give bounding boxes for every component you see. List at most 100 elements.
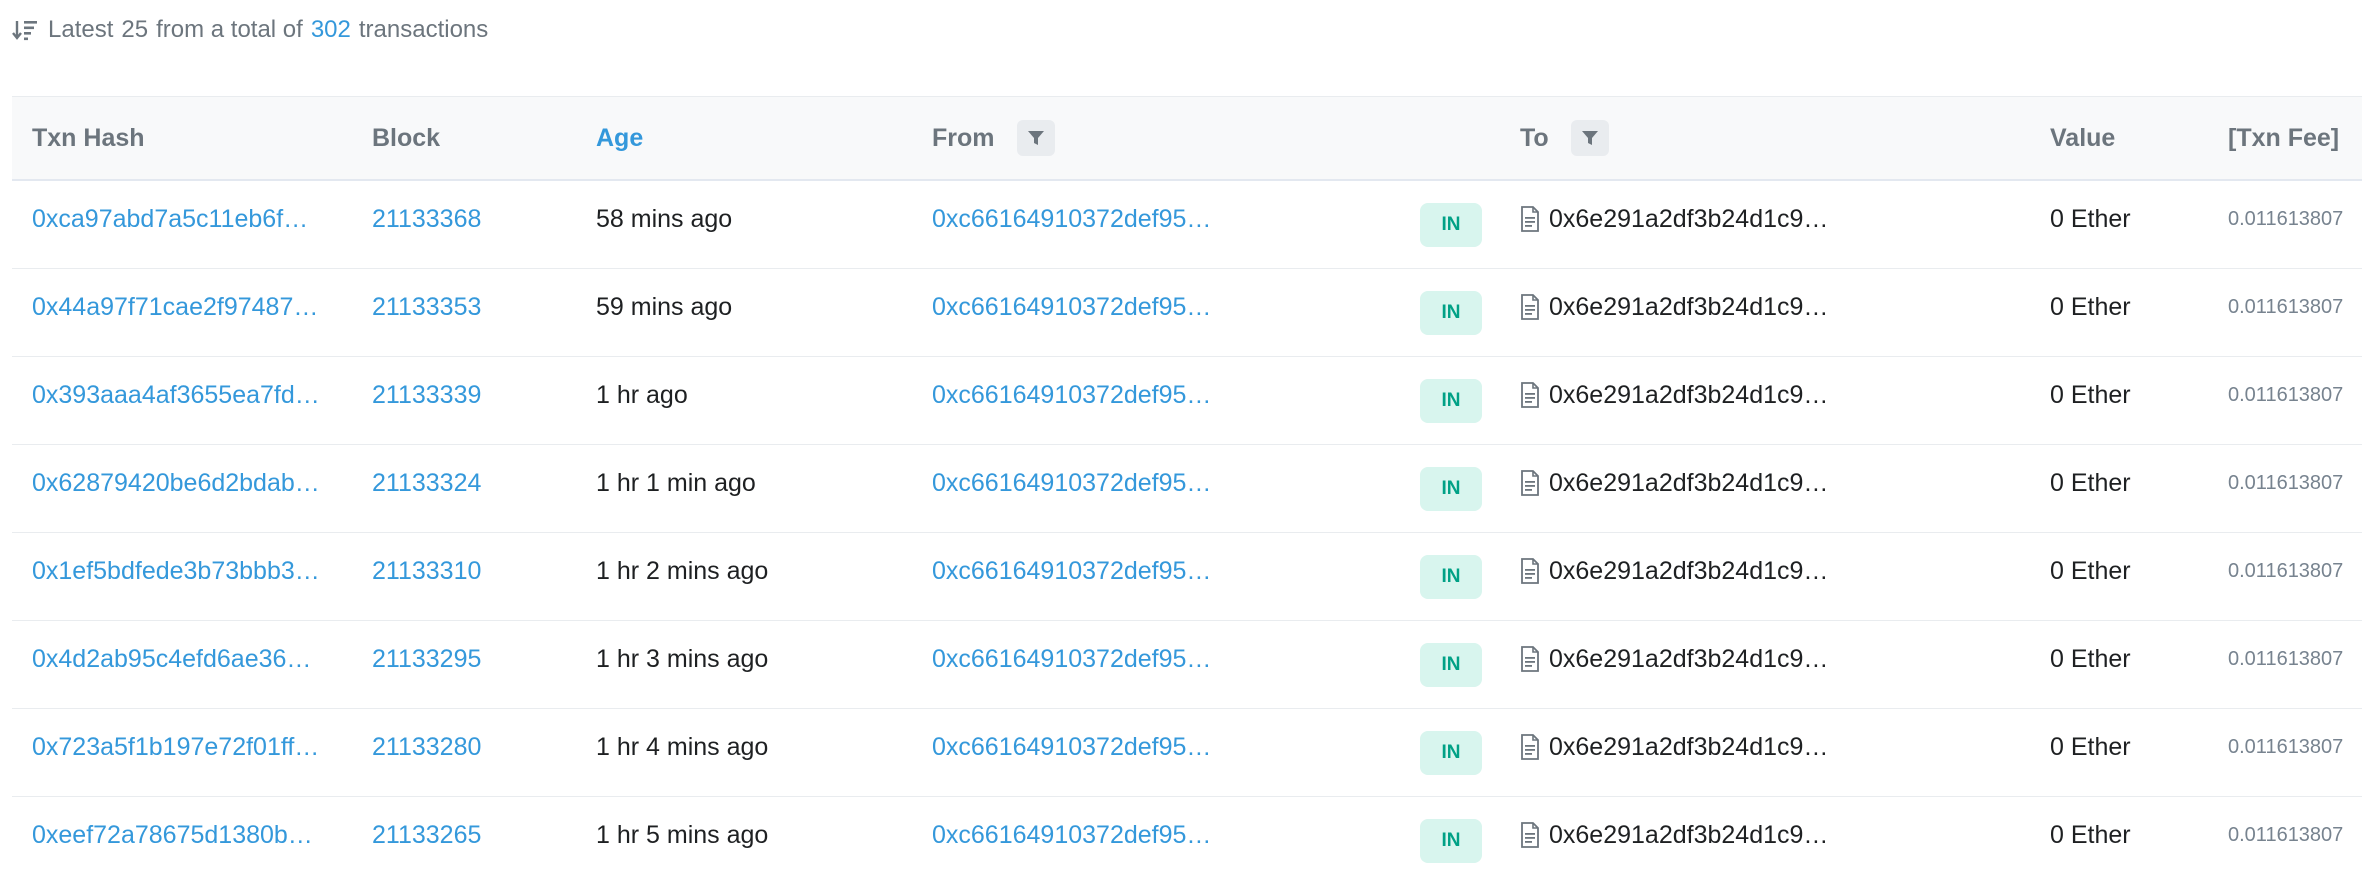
transactions-page: Latest 25 from a total of 302 transactio… xyxy=(0,0,2362,878)
contract-document-icon xyxy=(1521,822,1539,848)
txn-fee-cell: 0.011613807 xyxy=(2228,383,2344,406)
txn-hash-link[interactable]: 0x723a5f1b197e72f01ff… xyxy=(32,709,319,785)
column-header-value: Value xyxy=(2050,123,2116,152)
filter-icon xyxy=(1027,131,1044,145)
direction-badge: IN xyxy=(1420,819,1482,863)
to-address-text: 0x6e291a2df3b24d1c9… xyxy=(1549,732,1829,761)
contract-document-icon xyxy=(1521,470,1539,496)
block-link[interactable]: 21133310 xyxy=(372,533,481,609)
table-header: Txn Hash Block Age From To Value [Txn Fe… xyxy=(12,96,2362,181)
to-address-text: 0x6e291a2df3b24d1c9… xyxy=(1549,820,1829,849)
to-address-cell[interactable]: 0x6e291a2df3b24d1c9… xyxy=(1520,357,1828,433)
age-cell: 59 mins ago xyxy=(596,292,733,321)
contract-document-icon xyxy=(1521,206,1539,232)
txn-fee-cell: 0.011613807 xyxy=(2228,647,2344,670)
column-header-txn-fee[interactable]: [Txn Fee] xyxy=(2228,97,2339,179)
table-row: 0x393aaa4af3655ea7fd… 21133339 1 hr ago 0xc… xyxy=(12,357,2362,445)
block-link[interactable]: 21133324 xyxy=(372,445,481,521)
from-address-link[interactable]: 0xc66164910372def95… xyxy=(932,445,1211,521)
txn-fee-cell: 0.011613807 xyxy=(2228,471,2344,494)
transactions-table: Txn Hash Block Age From To Value [Txn Fe… xyxy=(12,96,2362,878)
age-cell: 58 mins ago xyxy=(596,204,733,233)
txn-fee-cell: 0.011613807 xyxy=(2228,207,2344,230)
column-header-age[interactable]: Age xyxy=(596,97,643,179)
value-cell: 0 Ether xyxy=(2050,820,2131,849)
from-address-link[interactable]: 0xc66164910372def95… xyxy=(932,357,1211,433)
to-address-cell[interactable]: 0x6e291a2df3b24d1c9… xyxy=(1520,269,1828,345)
summary-suffix: transactions xyxy=(358,16,489,43)
column-header-block: Block xyxy=(372,123,441,152)
direction-badge: IN xyxy=(1420,291,1482,335)
contract-document-icon xyxy=(1521,558,1539,584)
from-address-link[interactable]: 0xc66164910372def95… xyxy=(932,797,1211,873)
to-address-cell[interactable]: 0x6e291a2df3b24d1c9… xyxy=(1520,181,1828,257)
block-link[interactable]: 21133339 xyxy=(372,357,481,433)
txn-fee-cell: 0.011613807 xyxy=(2228,823,2344,846)
age-cell: 1 hr 5 mins ago xyxy=(596,820,769,849)
txn-fee-cell: 0.011613807 xyxy=(2228,559,2344,582)
to-address-cell[interactable]: 0x6e291a2df3b24d1c9… xyxy=(1520,445,1828,521)
value-cell: 0 Ether xyxy=(2050,644,2131,673)
to-address-text: 0x6e291a2df3b24d1c9… xyxy=(1549,204,1829,233)
txn-hash-link[interactable]: 0xeef72a78675d1380b… xyxy=(32,797,313,873)
table-body: 0xca97abd7a5c11eb6f… 21133368 58 mins ago 0… xyxy=(12,181,2362,878)
contract-document-icon xyxy=(1521,294,1539,320)
table-row: 0x44a97f71cae2f97487… 21133353 59 mins ago… xyxy=(12,269,2362,357)
summary-prefix: Latest xyxy=(48,16,114,43)
from-address-link[interactable]: 0xc66164910372def95… xyxy=(932,621,1211,697)
to-address-cell[interactable]: 0x6e291a2df3b24d1c9… xyxy=(1520,797,1828,873)
txn-hash-link[interactable]: 0x393aaa4af3655ea7fd… xyxy=(32,357,320,433)
direction-badge: IN xyxy=(1420,203,1482,247)
total-transactions-link[interactable]: 302 xyxy=(311,16,351,44)
age-cell: 1 hr 3 mins ago xyxy=(596,644,769,673)
from-filter-button[interactable] xyxy=(1016,120,1055,156)
txn-fee-cell: 0.011613807 xyxy=(2228,295,2344,318)
value-cell: 0 Ether xyxy=(2050,732,2131,761)
age-cell: 1 hr 2 mins ago xyxy=(596,556,769,585)
direction-badge: IN xyxy=(1420,643,1482,687)
value-cell: 0 Ether xyxy=(2050,380,2131,409)
direction-badge: IN xyxy=(1420,467,1482,511)
txn-fee-cell: 0.011613807 xyxy=(2228,735,2344,758)
direction-badge: IN xyxy=(1420,379,1482,423)
sort-descending-icon xyxy=(12,21,37,41)
column-header-to-label: To xyxy=(1520,123,1549,152)
direction-badge: IN xyxy=(1420,731,1482,775)
txn-hash-link[interactable]: 0x4d2ab95c4efd6ae36… xyxy=(32,621,311,697)
from-address-link[interactable]: 0xc66164910372def95… xyxy=(932,709,1211,785)
column-header-from-label: From xyxy=(932,123,995,152)
to-address-cell[interactable]: 0x6e291a2df3b24d1c9… xyxy=(1520,533,1828,609)
age-cell: 1 hr ago xyxy=(596,380,688,409)
from-address-link[interactable]: 0xc66164910372def95… xyxy=(932,269,1211,345)
to-address-text: 0x6e291a2df3b24d1c9… xyxy=(1549,556,1829,585)
column-header-from: From xyxy=(932,97,1055,179)
block-link[interactable]: 21133265 xyxy=(372,797,481,873)
txn-hash-link[interactable]: 0xca97abd7a5c11eb6f… xyxy=(32,181,308,257)
to-address-cell[interactable]: 0x6e291a2df3b24d1c9… xyxy=(1520,621,1828,697)
transactions-summary: Latest 25 from a total of 302 transactio… xyxy=(12,14,488,46)
block-link[interactable]: 21133295 xyxy=(372,621,481,697)
table-row: 0x62879420be6d2bdab… 21133324 1 hr 1 min a… xyxy=(12,445,2362,533)
to-address-text: 0x6e291a2df3b24d1c9… xyxy=(1549,644,1829,673)
txn-hash-link[interactable]: 0x44a97f71cae2f97487… xyxy=(32,269,318,345)
txn-hash-link[interactable]: 0x1ef5bdfede3b73bbb3… xyxy=(32,533,320,609)
from-address-link[interactable]: 0xc66164910372def95… xyxy=(932,533,1211,609)
filter-icon xyxy=(1581,131,1598,145)
to-address-text: 0x6e291a2df3b24d1c9… xyxy=(1549,380,1829,409)
block-link[interactable]: 21133280 xyxy=(372,709,481,785)
column-header-txn-hash: Txn Hash xyxy=(32,123,145,152)
to-filter-button[interactable] xyxy=(1570,120,1609,156)
block-link[interactable]: 21133368 xyxy=(372,181,481,257)
contract-document-icon xyxy=(1521,734,1539,760)
summary-count: 25 xyxy=(121,16,149,43)
value-cell: 0 Ether xyxy=(2050,204,2131,233)
value-cell: 0 Ether xyxy=(2050,556,2131,585)
column-header-to: To xyxy=(1520,97,1609,179)
contract-document-icon xyxy=(1521,382,1539,408)
to-address-cell[interactable]: 0x6e291a2df3b24d1c9… xyxy=(1520,709,1828,785)
block-link[interactable]: 21133353 xyxy=(372,269,481,345)
value-cell: 0 Ether xyxy=(2050,468,2131,497)
contract-document-icon xyxy=(1521,646,1539,672)
from-address-link[interactable]: 0xc66164910372def95… xyxy=(932,181,1211,257)
txn-hash-link[interactable]: 0x62879420be6d2bdab… xyxy=(32,445,320,521)
